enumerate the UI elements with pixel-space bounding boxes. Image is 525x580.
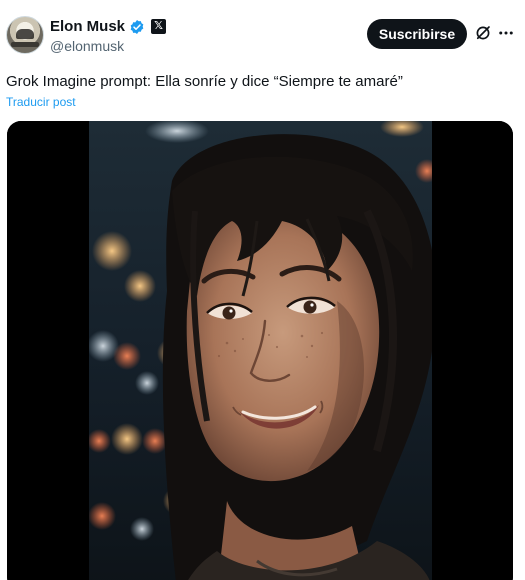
avatar[interactable] [6, 16, 44, 54]
grok-icon[interactable] [474, 24, 492, 42]
author-name-row: Elon Musk 𝕏 [50, 18, 167, 35]
subscribe-button[interactable]: Suscribirse [367, 19, 467, 49]
verified-badge-icon [130, 19, 144, 34]
post-header: Elon Musk 𝕏 @elonmusk Suscribirse [0, 0, 525, 64]
more-options-icon[interactable] [496, 24, 516, 42]
translate-post-link[interactable]: Traducir post [6, 95, 76, 109]
post-media[interactable] [7, 121, 513, 580]
author-handle[interactable]: @elonmusk [50, 38, 124, 54]
post-text: Grok Imagine prompt: Ella sonríe y dice … [6, 73, 403, 90]
author-display-name[interactable]: Elon Musk [50, 18, 125, 35]
x-logo-icon: 𝕏 [151, 19, 167, 34]
portrait-photo [7, 121, 513, 580]
post: Elon Musk 𝕏 @elonmusk Suscribirse Grok I… [0, 0, 525, 580]
